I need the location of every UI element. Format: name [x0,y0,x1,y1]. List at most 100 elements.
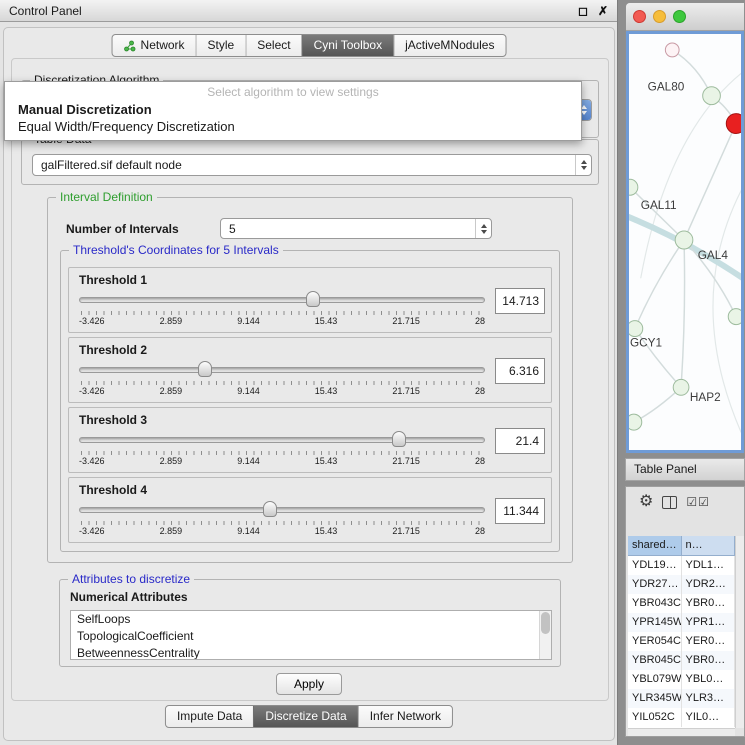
tab-network[interactable]: Network [113,35,196,56]
list-item[interactable]: TopologicalCoefficient [71,628,551,645]
combo-stepper-icon [475,219,491,238]
threshold-2-box: Threshold 2 -3.4262.8599.14415.4321.7152… [68,337,552,403]
cell-shared-name[interactable]: YLR345W [628,689,682,708]
tab-impute-data[interactable]: Impute Data [166,706,253,727]
network-edge[interactable] [635,240,684,329]
minimize-traffic-light-icon[interactable] [653,10,666,23]
cell-shared-name[interactable]: YBR043C [628,594,682,613]
network-node[interactable] [726,114,741,134]
slider-track[interactable] [79,437,485,443]
list-scrollbar[interactable] [539,611,551,659]
cell-name[interactable]: YBR0… [682,594,736,613]
slider-thumb[interactable] [392,431,406,447]
network-node[interactable] [629,414,642,430]
tab-style[interactable]: Style [196,35,246,56]
cell-shared-name[interactable]: YDL19… [628,556,682,575]
network-edge[interactable] [681,240,685,387]
list-item[interactable]: SelfLoops [71,611,551,628]
table-horizontal-scrollbar[interactable] [628,728,735,736]
dropdown-item-equal-width-frequency[interactable]: Equal Width/Frequency Discretization [5,118,581,135]
table-row[interactable]: YDL19… YDL1… [628,556,735,575]
cell-name[interactable]: YER0… [682,632,736,651]
tab-infer-network[interactable]: Infer Network [358,706,452,727]
close-traffic-light-icon[interactable] [633,10,646,23]
column-header-name[interactable]: n… [682,536,736,556]
table-row[interactable]: YER054C YER0… [628,632,735,651]
network-node[interactable] [675,231,693,249]
threshold-4-slider[interactable]: -3.4262.8599.14415.4321.71528 [79,500,485,540]
network-node[interactable] [703,87,721,105]
tab-jactivemodules[interactable]: jActiveMNodules [393,35,505,56]
table-row[interactable]: YBL079W YBL0… [628,670,735,689]
threshold-1-slider[interactable]: -3.4262.8599.14415.4321.71528 [79,290,485,330]
cell-name[interactable]: YLR3… [682,689,736,708]
cell-name[interactable]: YDR2… [682,575,736,594]
network-node[interactable] [629,321,643,337]
cell-shared-name[interactable]: YIL052C [628,708,682,727]
network-tab-icon [124,40,136,52]
list-item[interactable]: BetweennessCentrality [71,645,551,660]
table-row[interactable]: YBR043C YBR0… [628,594,735,613]
network-node[interactable] [673,379,689,395]
threshold-1-value-field[interactable]: 14.713 [495,288,545,314]
cell-name[interactable]: YBR0… [682,651,736,670]
cell-shared-name[interactable]: YER054C [628,632,682,651]
network-view-window: GAL80GAL11GAL4GCY1HAP2 [625,2,745,454]
table-row[interactable]: YDR27… YDR2… [628,575,735,594]
slider-ticks [81,521,483,525]
slider-track[interactable] [79,367,485,373]
tab-discretize-data[interactable]: Discretize Data [253,706,357,727]
cell-name[interactable]: YDL1… [682,556,736,575]
threshold-3-box: Threshold 3 -3.4262.8599.14415.4321.7152… [68,407,552,473]
group-title: Attributes to discretize [68,572,194,586]
table-panel-titlebar[interactable]: Table Panel [625,458,745,481]
network-canvas[interactable]: GAL80GAL11GAL4GCY1HAP2 [629,34,741,450]
tab-cyni-toolbox[interactable]: Cyni Toolbox [302,35,393,56]
cell-name[interactable]: YBL0… [682,670,736,689]
table-panel-window: ⚙ ☑☑ shared… n… YDL19… YDL1… YDR27… YDR2… [625,486,745,737]
number-of-intervals-combo[interactable]: 5 [220,218,492,239]
threshold-3-slider[interactable]: -3.4262.8599.14415.4321.71528 [79,430,485,470]
select-columns-checkbox-icons[interactable]: ☑☑ [686,495,710,509]
table-row[interactable]: YPR145W YPR1… [628,613,735,632]
network-edge[interactable] [634,387,681,422]
tab-select[interactable]: Select [245,35,301,56]
close-icon[interactable]: ✗ [598,4,608,18]
slider-track[interactable] [79,507,485,513]
threshold-3-value-field[interactable]: 21.4 [495,428,545,454]
dropdown-item-manual-discretization[interactable]: Manual Discretization [5,101,581,118]
cell-shared-name[interactable]: YDR27… [628,575,682,594]
scrollbar-thumb[interactable] [541,612,550,634]
float-window-icon[interactable]: ◻ [578,4,588,18]
table-data-combo[interactable]: galFiltered.sif default node [32,154,592,176]
slider-thumb[interactable] [263,501,277,517]
network-edge[interactable] [684,124,736,240]
table-vertical-scrollbar[interactable] [735,536,744,728]
column-header-shared-name[interactable]: shared… [628,536,682,556]
numerical-attributes-list[interactable]: SelfLoopsTopologicalCoefficientBetweenne… [70,610,552,660]
cell-shared-name[interactable]: YPR145W [628,613,682,632]
slider-thumb[interactable] [198,361,212,377]
threshold-2-value-field[interactable]: 6.316 [495,358,545,384]
network-node[interactable] [665,43,679,57]
slider-scale: -3.4262.8599.14415.4321.71528 [79,386,485,396]
control-panel-window: Control Panel ◻ ✗ Network Style Select C… [0,0,618,745]
cell-name[interactable]: YPR1… [682,613,736,632]
cell-shared-name[interactable]: YBR045C [628,651,682,670]
table-row[interactable]: YIL052C YIL0… [628,708,735,727]
table-row[interactable]: YBR045C YBR0… [628,651,735,670]
threshold-4-value-field[interactable]: 11.344 [495,498,545,524]
cell-name[interactable]: YIL0… [682,708,736,727]
scale-label: 15.43 [315,386,338,396]
slider-track[interactable] [79,297,485,303]
settings-gear-icon[interactable]: ⚙ [639,494,653,510]
columns-icon[interactable] [662,496,677,509]
cell-shared-name[interactable]: YBL079W [628,670,682,689]
apply-button[interactable]: Apply [276,673,342,695]
table-row[interactable]: YLR345W YLR3… [628,689,735,708]
scale-label: -3.426 [79,316,105,326]
network-node[interactable] [728,309,741,325]
slider-thumb[interactable] [306,291,320,307]
threshold-2-slider[interactable]: -3.4262.8599.14415.4321.71528 [79,360,485,400]
zoom-traffic-light-icon[interactable] [673,10,686,23]
